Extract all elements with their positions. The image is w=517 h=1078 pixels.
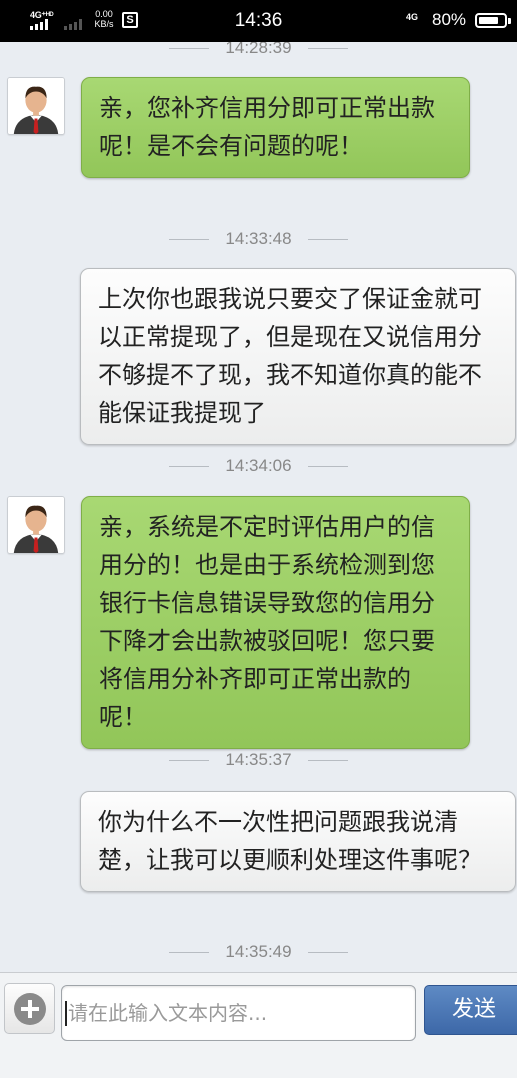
message-text: 亲，您补齐信用分即可正常出款呢！是不会有问题的呢！	[99, 94, 435, 160]
customer-service-avatar-icon	[8, 497, 64, 553]
message-text: 亲，系统是不定时评估用户的信用分的！也是由于系统检测到您银行卡信息错误导致您的信…	[99, 513, 435, 731]
message-text: 上次你也跟我说只要交了保证金就可以正常提现了，但是现在又说信用分不够提不了现，我…	[98, 285, 482, 427]
message-timestamp: 14:35:49	[0, 940, 517, 964]
avatar[interactable]	[7, 77, 65, 135]
message-input[interactable]	[61, 985, 416, 1041]
avatar[interactable]	[7, 496, 65, 554]
timestamp-text: 14:28:39	[225, 42, 292, 57]
message-timestamp: 14:35:37	[0, 748, 517, 772]
status-bar: 4G⁺ᴴᴰ 0.00 KB/s S 14:36 4G 80%	[0, 0, 517, 42]
timestamp-text: 14:33:48	[225, 229, 292, 248]
battery-percentage: 80%	[432, 10, 467, 29]
timestamp-text: 14:35:49	[225, 942, 292, 961]
battery-tip-icon	[508, 18, 511, 24]
network-type-indicator-right: 4G	[406, 12, 419, 22]
text-cursor	[65, 1001, 67, 1026]
message-timestamp: 14:28:39	[0, 42, 517, 60]
outgoing-message-bubble[interactable]: 你为什么不一次性把问题跟我说清楚，让我可以更顺利处理这件事呢？	[80, 791, 516, 892]
battery-icon	[475, 13, 507, 28]
incoming-message-bubble[interactable]: 亲，系统是不定时评估用户的信用分的！也是由于系统检测到您银行卡信息错误导致您的信…	[81, 496, 470, 749]
customer-service-avatar-icon	[8, 78, 64, 134]
message-timestamp: 14:33:48	[0, 227, 517, 251]
outgoing-message-bubble[interactable]: 上次你也跟我说只要交了保证金就可以正常提现了，但是现在又说信用分不够提不了现，我…	[80, 268, 516, 445]
send-button[interactable]: 发送	[424, 985, 517, 1035]
timestamp-text: 14:35:37	[225, 750, 292, 769]
message-text: 你为什么不一次性把问题跟我说清楚，让我可以更顺利处理这件事呢？	[98, 808, 482, 874]
message-input-bar: 发送	[0, 972, 517, 1078]
add-circle-icon	[14, 993, 46, 1025]
battery-level-fill	[479, 17, 499, 24]
message-timestamp: 14:34:06	[0, 454, 517, 478]
timestamp-text: 14:34:06	[225, 456, 292, 475]
incoming-message-bubble[interactable]: 亲，您补齐信用分即可正常出款呢！是不会有问题的呢！	[81, 77, 470, 178]
chat-history[interactable]: 14:28:39 亲，您补齐信用分即可正常出款呢！是不会有问题的呢！ 14:33…	[0, 42, 517, 972]
add-attachment-button[interactable]	[4, 983, 55, 1034]
